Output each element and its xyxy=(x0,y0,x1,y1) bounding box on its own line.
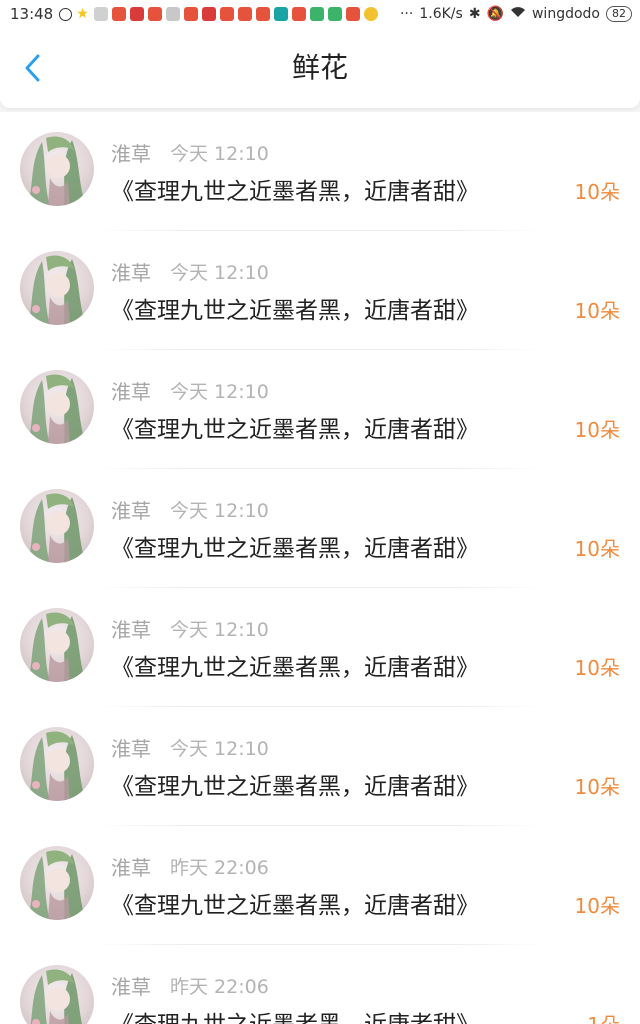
message-text: 《查理九世之近墨者黑，近唐者甜》 xyxy=(111,179,479,205)
wifi-name: wingdodo xyxy=(531,6,600,22)
star-icon: ★ xyxy=(76,6,89,22)
flower-count: 10朵 xyxy=(574,656,620,680)
timestamp: 今天 12:10 xyxy=(170,143,269,165)
avatar[interactable] xyxy=(20,965,94,1024)
app-teal-icon xyxy=(274,7,289,21)
battery-icon: 82 xyxy=(606,6,632,22)
avatar[interactable] xyxy=(20,489,94,563)
avatar[interactable] xyxy=(20,132,94,206)
app-k-icon xyxy=(59,7,73,21)
list-item[interactable]: 淮草 昨天 22:06 《查理九世之近墨者黑，近唐者甜》 1朵 xyxy=(0,945,640,1024)
flower-count: 10朵 xyxy=(574,180,620,204)
app-yellow-icon xyxy=(364,7,379,21)
user-name: 淮草 xyxy=(111,618,151,642)
flower-count: 1朵 xyxy=(587,1009,620,1024)
message-text: 《查理九世之近墨者黑，近唐者甜》 xyxy=(111,417,479,443)
timestamp: 今天 12:10 xyxy=(170,381,269,403)
avatar[interactable] xyxy=(20,608,94,682)
timestamp: 昨天 22:06 xyxy=(170,976,269,998)
app-red-icon xyxy=(346,7,361,21)
user-name: 淮草 xyxy=(111,737,151,761)
timestamp: 今天 12:10 xyxy=(170,738,269,760)
flower-count: 10朵 xyxy=(574,775,620,799)
user-name: 淮草 xyxy=(111,499,151,523)
flower-count: 10朵 xyxy=(574,299,620,323)
mute-icon: 🔕 xyxy=(486,6,504,22)
avatar[interactable] xyxy=(20,251,94,325)
flower-count: 10朵 xyxy=(574,418,620,442)
page-title: 鲜花 xyxy=(291,51,348,84)
app-green-icon xyxy=(310,7,325,21)
list-item[interactable]: 淮草 昨天 22:06 《查理九世之近墨者黑，近唐者甜》 10朵 xyxy=(0,826,640,945)
app-red-icon xyxy=(238,7,253,21)
message-text: 《查理九世之近墨者黑，近唐者甜》 xyxy=(111,536,479,562)
timestamp: 今天 12:10 xyxy=(170,500,269,522)
app-red-icon xyxy=(220,7,235,21)
app-red-icon xyxy=(256,7,271,21)
message-text: 《查理九世之近墨者黑，近唐者甜》 xyxy=(111,298,479,324)
notification-icons: ★ xyxy=(59,6,379,22)
timestamp: 昨天 22:06 xyxy=(170,857,269,879)
avatar[interactable] xyxy=(20,846,94,920)
list-item[interactable]: 淮草 今天 12:10 《查理九世之近墨者黑，近唐者甜》 10朵 xyxy=(0,350,640,469)
timestamp: 今天 12:10 xyxy=(170,619,269,641)
flower-count: 10朵 xyxy=(574,537,620,561)
status-time: 13:48 xyxy=(10,5,54,23)
list-item[interactable]: 淮草 今天 12:10 《查理九世之近墨者黑，近唐者甜》 10朵 xyxy=(0,588,640,707)
status-right: ··· 1.6K/s ✱ 🔕 wingdodo 82 xyxy=(400,6,632,22)
app-red-icon xyxy=(184,7,199,21)
user-name: 淮草 xyxy=(111,856,151,880)
list-item[interactable]: 淮草 今天 12:10 《查理九世之近墨者黑，近唐者甜》 10朵 xyxy=(0,707,640,826)
timestamp: 今天 12:10 xyxy=(170,262,269,284)
flower-count: 10朵 xyxy=(574,894,620,918)
app-red-icon xyxy=(292,7,307,21)
flower-list[interactable]: 淮草 今天 12:10 《查理九世之近墨者黑，近唐者甜》 10朵 淮草 今天 1… xyxy=(0,112,640,1024)
bluetooth-icon: ✱ xyxy=(468,6,481,22)
wifi-icon xyxy=(510,6,526,22)
message-text: 《查理九世之近墨者黑，近唐者甜》 xyxy=(111,655,479,681)
message-text: 《查理九世之近墨者黑，近唐者甜》 xyxy=(111,893,479,919)
user-name: 淮草 xyxy=(111,142,151,166)
list-item[interactable]: 淮草 今天 12:10 《查理九世之近墨者黑，近唐者甜》 10朵 xyxy=(0,231,640,350)
status-bar: 13:48 ★ ··· 1.6K/s ✱ 🔕 wingdodo 82 xyxy=(0,0,640,28)
cloud-icon xyxy=(94,7,109,21)
message-text: 《查理九世之近墨者黑，近唐者甜》 xyxy=(111,774,479,800)
app-red-icon xyxy=(130,7,145,21)
user-name: 淮草 xyxy=(111,975,151,999)
app-red-icon xyxy=(148,7,163,21)
avatar[interactable] xyxy=(20,727,94,801)
message-text: 《查理九世之近墨者黑，近唐者甜》 xyxy=(111,1005,479,1024)
app-red-icon xyxy=(202,7,217,21)
cloud-icon xyxy=(166,7,181,21)
user-name: 淮草 xyxy=(111,380,151,404)
avatar[interactable] xyxy=(20,370,94,444)
list-item[interactable]: 淮草 今天 12:10 《查理九世之近墨者黑，近唐者甜》 10朵 xyxy=(0,112,640,231)
app-green-icon xyxy=(328,7,343,21)
app-red-icon xyxy=(112,7,127,21)
user-name: 淮草 xyxy=(111,261,151,285)
app-header: 鲜花 xyxy=(0,28,640,108)
net-speed: 1.6K/s xyxy=(419,6,463,22)
list-item[interactable]: 淮草 今天 12:10 《查理九世之近墨者黑，近唐者甜》 10朵 xyxy=(0,469,640,588)
more-icon: ··· xyxy=(399,6,414,22)
